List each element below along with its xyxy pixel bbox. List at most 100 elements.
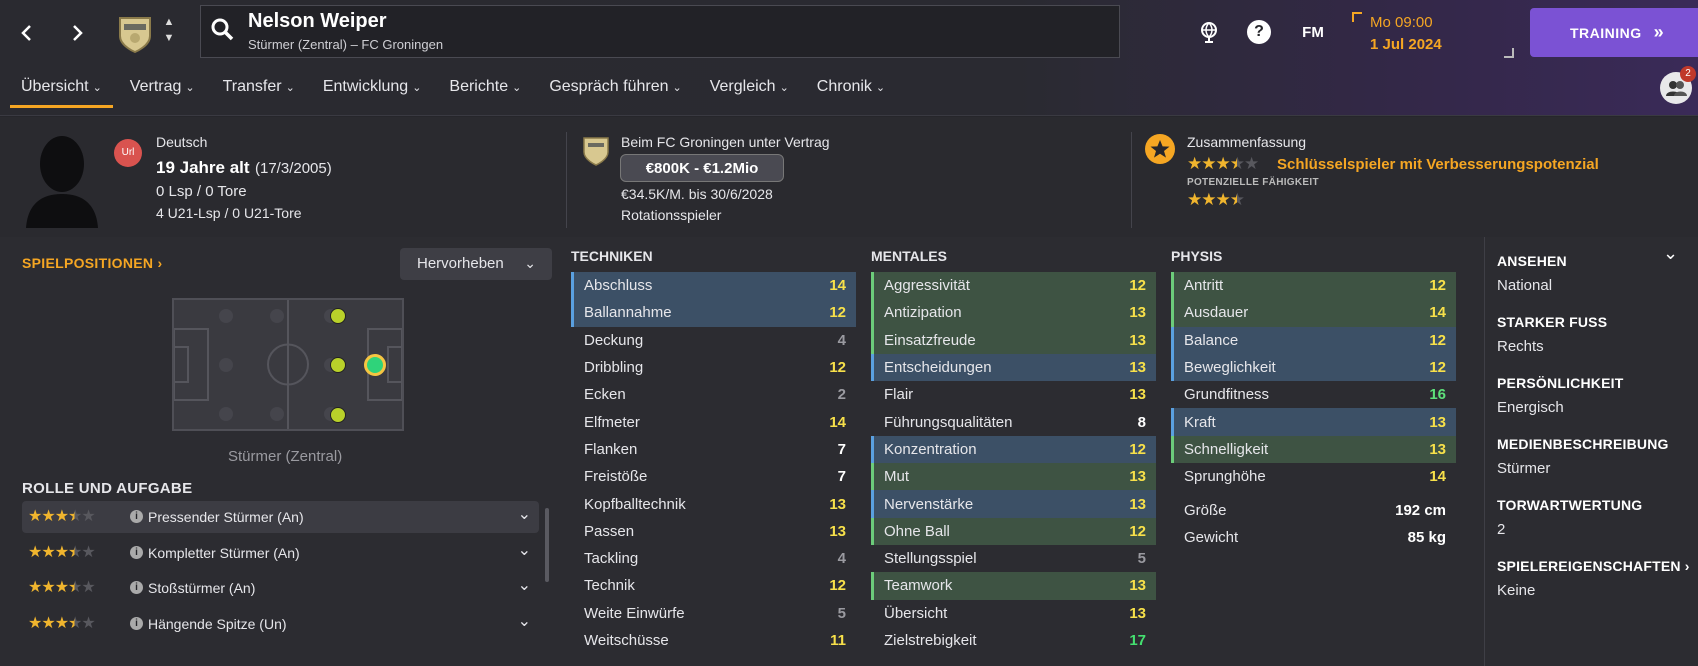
star-icon: ★ (41, 579, 55, 596)
attribute-row[interactable]: Technik 12 (571, 572, 856, 599)
game-date[interactable]: Mo 09:00 1 Jul 2024 (1348, 12, 1514, 58)
star-icon: ★ (54, 508, 69, 525)
tab-transfer[interactable]: Transfer ⌄ (212, 76, 306, 108)
info-icon[interactable]: i (130, 581, 143, 594)
role-row[interactable]: ★★★★★ i Stoßstürmer (An) ⌄ (22, 572, 539, 604)
positions-title[interactable]: SPIELPOSITIONEN › (22, 255, 162, 271)
attribute-row[interactable]: Passen 13 (571, 518, 856, 545)
attribute-row[interactable]: Ohne Ball 12 (871, 517, 1156, 545)
info-value: Energisch (1497, 399, 1564, 416)
help-label: ? (1247, 20, 1271, 44)
help-icon[interactable]: ? (1245, 18, 1273, 46)
highlight-dropdown[interactable]: Hervorheben ⌄ (400, 248, 552, 280)
attribute-name: Mut (884, 468, 910, 486)
attribute-name: Schnelligkeit (1184, 440, 1269, 458)
forward-arrow-icon[interactable] (66, 18, 90, 48)
attribute-row[interactable]: Deckung 4 (571, 327, 856, 354)
info-icon[interactable]: i (130, 545, 143, 559)
info-icon[interactable]: i (130, 616, 143, 630)
globe-icon[interactable] (1195, 18, 1223, 46)
tab-contract[interactable]: Vertrag ⌄ (119, 76, 206, 108)
tab-compare[interactable]: Vergleich ⌄ (699, 76, 800, 108)
attribute-row[interactable]: Schnelligkeit 13 (1171, 435, 1456, 464)
attribute-value: 13 (1129, 359, 1146, 377)
attribute-row[interactable]: Flair 13 (871, 381, 1156, 408)
nation-flag-icon[interactable]: Url (114, 139, 142, 167)
nationality: Deutsch (156, 134, 208, 150)
info-block[interactable]: SPIELEREIGENSCHAFTEN › Keine (1497, 558, 1697, 599)
attribute-row[interactable]: Zielstrebigkeit 17 (871, 627, 1156, 654)
fm-menu-button[interactable]: FM (1296, 18, 1330, 46)
chevron-down-icon[interactable]: ⌄ (518, 575, 531, 595)
attribute-row[interactable]: Führungsqualitäten 8 (871, 408, 1156, 435)
attribute-row[interactable]: Weitschüsse 11 (571, 627, 856, 654)
chevron-down-icon[interactable]: ⌄ (518, 540, 531, 560)
position-dot-rated[interactable] (330, 407, 346, 423)
role-row[interactable]: ★★★★★ i Pressender Stürmer (An) ⌄ (22, 501, 539, 533)
attribute-row[interactable]: Teamwork 13 (871, 572, 1156, 600)
tab-overview[interactable]: Übersicht ⌄ (10, 76, 113, 108)
tab-label: Vergleich (709, 78, 776, 95)
attribute-name: Kopfballtechnik (584, 495, 686, 513)
position-dot-natural[interactable] (364, 354, 386, 376)
role-label: Pressender Stürmer (An) (148, 509, 304, 525)
role-scrollbar[interactable] (545, 508, 549, 582)
attribute-row[interactable]: Balance 12 (1171, 326, 1456, 354)
tab-talk[interactable]: Gespräch führen ⌄ (538, 76, 692, 108)
attribute-row[interactable]: Grundfitness 16 (1171, 381, 1456, 408)
back-arrow-icon[interactable] (14, 18, 38, 48)
attribute-row[interactable]: Ecken 2 (571, 381, 856, 408)
attribute-row[interactable]: Sprunghöhe 14 (1171, 463, 1456, 490)
attribute-row[interactable]: Antritt 12 (1171, 272, 1456, 300)
transfer-value-badge[interactable]: €800K - €1.2Mio (620, 154, 784, 182)
role-row[interactable]: ★★★★★ i Hängende Spitze (Un) ⌄ (22, 608, 539, 640)
position-dot-rated[interactable] (330, 357, 346, 373)
attribute-row[interactable]: Kopfballtechnik 13 (571, 490, 856, 517)
chevron-down-icon[interactable]: ⌄ (518, 611, 531, 631)
attribute-row[interactable]: Entscheidungen 13 (871, 353, 1156, 382)
attribute-row[interactable]: Kraft 13 (1171, 408, 1456, 436)
attribute-value: 12 (829, 577, 846, 595)
attribute-row[interactable]: Stellungsspiel 5 (871, 545, 1156, 572)
chevron-down-icon: ⌄ (185, 82, 195, 94)
attribute-row[interactable]: Antizipation 13 (871, 299, 1156, 327)
attribute-row[interactable]: Ballannahme 12 (571, 299, 856, 327)
info-icon[interactable]: i (130, 510, 143, 523)
notifications-button[interactable]: 2 (1660, 66, 1696, 104)
attribute-row[interactable]: Abschluss 14 (571, 272, 856, 300)
chevron-down-icon: ⌄ (285, 82, 295, 94)
tab-reports[interactable]: Berichte ⌄ (438, 76, 532, 108)
attribute-row[interactable]: Aggressivität 12 (871, 272, 1156, 300)
attribute-row[interactable]: Einsatzfreude 13 (871, 326, 1156, 354)
training-button[interactable]: TRAINING » (1530, 8, 1698, 57)
switch-player-updown-icon[interactable]: ▲ ▼ (160, 14, 178, 50)
attribute-value: 12 (1429, 277, 1446, 295)
attribute-row[interactable]: Flanken 7 (571, 436, 856, 463)
club-crest-icon[interactable] (112, 10, 158, 56)
info-block: TORWARTWERTUNG 2 (1497, 497, 1697, 538)
attribute-row[interactable]: Konzentration 12 (871, 435, 1156, 464)
tab-history[interactable]: Chronik ⌄ (806, 76, 896, 108)
attribute-name: Technik (584, 577, 635, 595)
tab-development[interactable]: Entwicklung ⌄ (312, 76, 433, 108)
attribute-row[interactable]: Nervenstärke 13 (871, 490, 1156, 518)
attribute-row[interactable]: Mut 13 (871, 463, 1156, 491)
role-row[interactable]: ★★★★★ i Kompletter Stürmer (An) ⌄ (22, 537, 539, 569)
info-title: PERSÖNLICHKEIT (1497, 375, 1624, 391)
attribute-row[interactable]: Beweglichkeit 12 (1171, 353, 1456, 382)
attribute-row[interactable]: Tackling 4 (571, 545, 856, 572)
info-title: MEDIENBESCHREIBUNG (1497, 436, 1669, 452)
attribute-value: 13 (1129, 577, 1146, 595)
chevron-down-icon: ⌄ (412, 82, 422, 94)
physical-attributes: PHYSIS Antritt 12 Ausdauer 14 Balance 12 Beweg… (1171, 248, 1456, 551)
attribute-row[interactable]: Übersicht 13 (871, 600, 1156, 627)
attribute-row[interactable]: Weite Einwürfe 5 (571, 600, 856, 627)
info-title: TORWARTWERTUNG (1497, 497, 1643, 513)
attribute-row[interactable]: Ausdauer 14 (1171, 299, 1456, 327)
search-icon[interactable] (210, 17, 236, 43)
chevron-down-icon[interactable]: ⌄ (518, 504, 531, 524)
position-dot-rated[interactable] (330, 308, 346, 324)
attribute-row[interactable]: Elfmeter 14 (571, 408, 856, 435)
attribute-row[interactable]: Dribbling 12 (571, 354, 856, 381)
attribute-row[interactable]: Freistöße 7 (571, 463, 856, 490)
